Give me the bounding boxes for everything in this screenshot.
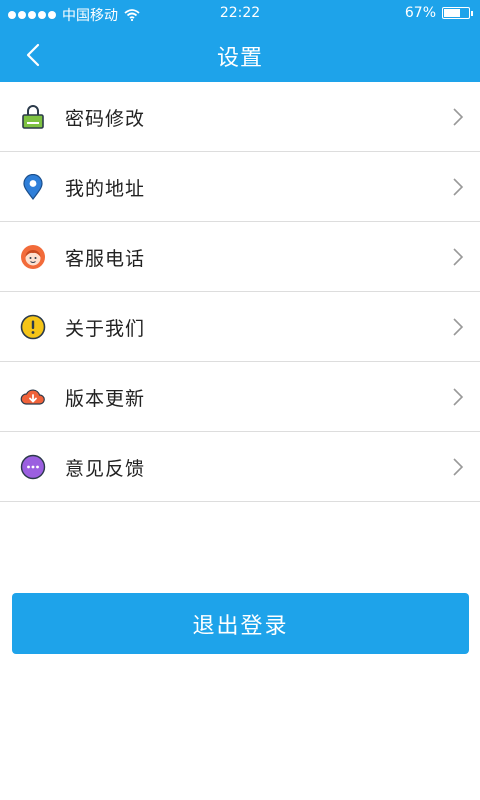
- status-right: 67%: [404, 5, 473, 21]
- settings-item-label: 客服电话: [65, 248, 146, 270]
- page-title: 设置: [216, 46, 263, 71]
- nav-bar: 设置: [0, 28, 480, 82]
- battery-level: [444, 9, 461, 17]
- settings-item-label: 关于我们: [65, 318, 146, 340]
- battery-icon: [442, 7, 473, 19]
- settings-item-address[interactable]: 我的地址: [0, 152, 480, 222]
- status-bar: 中国移动 22:22 67%: [0, 0, 480, 28]
- settings-item-about-us[interactable]: 关于我们: [0, 292, 480, 362]
- header: 中国移动 22:22 67% 设置: [0, 0, 480, 82]
- settings-item-customer-service[interactable]: 客服电话: [0, 222, 480, 292]
- info-icon: [20, 314, 46, 340]
- settings-item-label: 版本更新: [65, 388, 146, 410]
- logout-button[interactable]: 退出登录: [12, 593, 469, 654]
- chat-bubble-icon: [20, 454, 46, 480]
- settings-item-version-update[interactable]: 版本更新: [0, 362, 480, 432]
- settings-item-label: 密码修改: [65, 108, 146, 130]
- chevron-right-icon: [453, 388, 464, 406]
- location-pin-icon: [23, 174, 43, 200]
- cloud-download-icon: [20, 389, 45, 405]
- settings-item-label: 意见反馈: [65, 458, 146, 480]
- chevron-right-icon: [453, 318, 464, 336]
- settings-item-password[interactable]: 密码修改: [0, 82, 480, 152]
- chevron-right-icon: [453, 248, 464, 266]
- chevron-right-icon: [453, 178, 464, 196]
- settings-item-label: 我的地址: [65, 178, 146, 200]
- lock-icon: [22, 105, 44, 129]
- customer-service-icon: [21, 245, 45, 269]
- battery-percent: 67%: [404, 5, 436, 21]
- chevron-right-icon: [453, 458, 464, 476]
- settings-item-feedback[interactable]: 意见反馈: [0, 432, 480, 502]
- chevron-right-icon: [453, 108, 464, 126]
- settings-list: 密码修改 我的地址 客服电话 关于我们 版本更新 意见反馈: [0, 82, 480, 502]
